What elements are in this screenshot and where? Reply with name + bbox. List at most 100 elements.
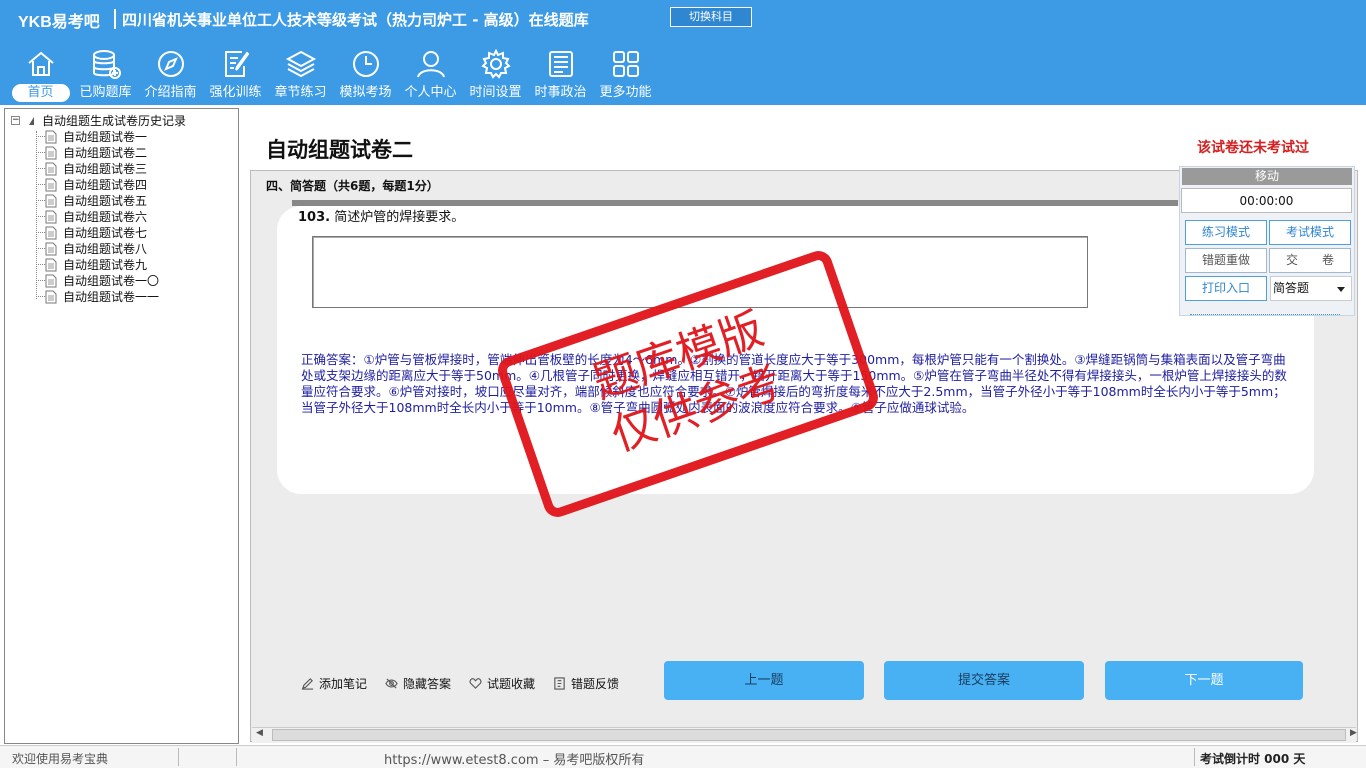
tree-item[interactable]: 自动组题试卷四 [45, 176, 147, 193]
pencil-icon [301, 678, 314, 690]
tree-connector [36, 168, 45, 169]
add-note-label: 添加笔记 [319, 677, 368, 691]
document-icon [45, 178, 57, 191]
tree-connector [36, 200, 45, 201]
document-icon [45, 146, 57, 159]
tree-connector [36, 248, 45, 249]
tree-item[interactable]: 自动组题试卷六 [45, 208, 147, 225]
tree-connector [36, 152, 45, 153]
nav-mock-exam-label: 模拟考场 [339, 85, 392, 100]
exam-mode-button[interactable]: 考试模式 [1269, 220, 1351, 245]
nav-time-settings[interactable]: 时间设置 [463, 48, 528, 104]
tree-item[interactable]: 自动组题试卷九 [45, 256, 147, 273]
move-handle[interactable]: 移动 [1182, 168, 1352, 185]
welcome-text: 欢迎使用易考宝典 [12, 752, 109, 766]
favorite-label: 试题收藏 [487, 677, 536, 691]
tree-item-label: 自动组题试卷九 [63, 258, 148, 272]
app-header: YKB易考吧 四川省机关事业单位工人技术等级考试（热力司炉工 - 高级）在线题库… [0, 0, 1366, 105]
nav-chapter[interactable]: 章节练习 [268, 48, 333, 104]
tree-connector [36, 232, 45, 233]
news-icon [548, 51, 573, 77]
tree-item[interactable]: 自动组题试卷二 [45, 144, 147, 161]
submit-answer-button[interactable]: 提交答案 [884, 661, 1084, 700]
switch-subject-button[interactable]: 切换科目 [670, 7, 752, 27]
scrollbar-thumb[interactable] [272, 729, 1346, 741]
compass-icon [157, 51, 184, 77]
document-icon [45, 258, 57, 271]
favorite-tool[interactable]: 试题收藏 [469, 675, 535, 692]
next-question-button[interactable]: 下一题 [1105, 661, 1303, 700]
add-note-tool[interactable]: 添加笔记 [301, 675, 367, 692]
tree-item-label: 自动组题试卷一〇 [63, 274, 160, 288]
document-icon [45, 194, 57, 207]
database-icon [92, 50, 121, 79]
header-divider [114, 9, 116, 29]
tree-item[interactable]: 自动组题试卷八 [45, 240, 147, 257]
tree-root-label: 自动组题生成试卷历史记录 [42, 114, 187, 128]
tree-connector [36, 264, 45, 265]
tree-item-label: 自动组题试卷四 [63, 178, 148, 192]
tree-item[interactable]: 自动组题试卷一 [45, 128, 147, 145]
scroll-left-icon[interactable]: ◀ [256, 728, 263, 738]
tree-item-label: 自动组题试卷三 [63, 162, 148, 176]
gear-icon [480, 48, 511, 79]
redo-wrong-button[interactable]: 错题重做 [1185, 248, 1267, 273]
submit-paper-button[interactable]: 交 卷 [1269, 248, 1351, 273]
exam-timer: 00:00:00 [1181, 188, 1352, 213]
status-divider [1194, 748, 1195, 766]
layers-icon [285, 50, 316, 78]
paper-title: 自动组题试卷二 [266, 138, 413, 162]
nav-home-label: 首页 [11, 84, 70, 102]
tree-connector [36, 296, 45, 297]
tree-item[interactable]: 自动组题试卷一〇 [45, 272, 159, 289]
nav-purchased[interactable]: 已购题库 [73, 48, 138, 104]
collapse-toggle-icon[interactable]: − [11, 116, 20, 125]
tree-item-label: 自动组题试卷一 [63, 130, 148, 144]
tree-connector [36, 131, 37, 299]
prev-question-button[interactable]: 上一题 [664, 661, 864, 700]
section-heading: 四、简答题（共6题，每题1分） [266, 179, 439, 193]
main-nav: 首页 已购题库 介绍指南 强化训练 章节练习 模拟考场 个人中心 时间设置 时事… [8, 48, 658, 104]
hide-answer-tool[interactable]: 隐藏答案 [385, 675, 451, 692]
practice-mode-button[interactable]: 练习模式 [1185, 220, 1267, 245]
tree-item[interactable]: 自动组题试卷七 [45, 224, 147, 241]
nav-personal[interactable]: 个人中心 [398, 48, 463, 104]
feedback-tool[interactable]: 错题反馈 [553, 675, 619, 692]
history-tree: − 自动组题生成试卷历史记录 自动组题试卷一 自动组题试卷二 自动组题试卷三 自动组题… [4, 108, 239, 744]
nav-time-settings-label: 时间设置 [469, 85, 522, 100]
nav-training[interactable]: 强化训练 [203, 48, 268, 104]
question-type-select[interactable]: 简答题 [1270, 276, 1352, 301]
tree-item-label: 自动组题试卷五 [63, 194, 148, 208]
question-text: 简述炉管的焊接要求。 [334, 210, 465, 225]
exam-status: 该试卷还未考试过 [1197, 140, 1309, 156]
nav-home[interactable]: 首页 [8, 48, 73, 104]
document-icon [45, 210, 57, 223]
tree-item[interactable]: 自动组题试卷一一 [45, 288, 159, 305]
tree-connector [36, 280, 45, 281]
tree-item-label: 自动组题试卷六 [63, 210, 148, 224]
nav-politics[interactable]: 时事政治 [528, 48, 593, 104]
status-divider [178, 748, 179, 766]
tree-item[interactable]: 自动组题试卷三 [45, 160, 147, 177]
nav-guide[interactable]: 介绍指南 [138, 48, 203, 104]
document-icon [45, 290, 57, 303]
tree-item[interactable]: 自动组题试卷五 [45, 192, 147, 209]
exam-countdown: 考试倒计时 000 天 [1200, 752, 1306, 766]
tree-item-label: 自动组题试卷七 [63, 226, 148, 240]
hide-answer-label: 隐藏答案 [403, 677, 452, 691]
nav-personal-label: 个人中心 [404, 85, 457, 100]
nav-mock-exam[interactable]: 模拟考场 [333, 48, 398, 104]
app-logo: YKB易考吧 [18, 14, 100, 31]
heart-icon [469, 678, 482, 689]
grid-icon [612, 51, 639, 77]
status-divider [236, 748, 237, 766]
tree-root[interactable]: − 自动组题生成试卷历史记录 [11, 112, 186, 129]
question-number: 103. [298, 210, 331, 225]
document-icon [45, 162, 57, 175]
clock-icon [352, 51, 379, 77]
feedback-label: 错题反馈 [571, 677, 620, 691]
tree-item-label: 自动组题试卷一一 [63, 290, 160, 304]
print-button[interactable]: 打印入口 [1185, 276, 1267, 301]
nav-more[interactable]: 更多功能 [593, 48, 658, 104]
scroll-right-icon[interactable]: ▶ [1350, 728, 1357, 738]
